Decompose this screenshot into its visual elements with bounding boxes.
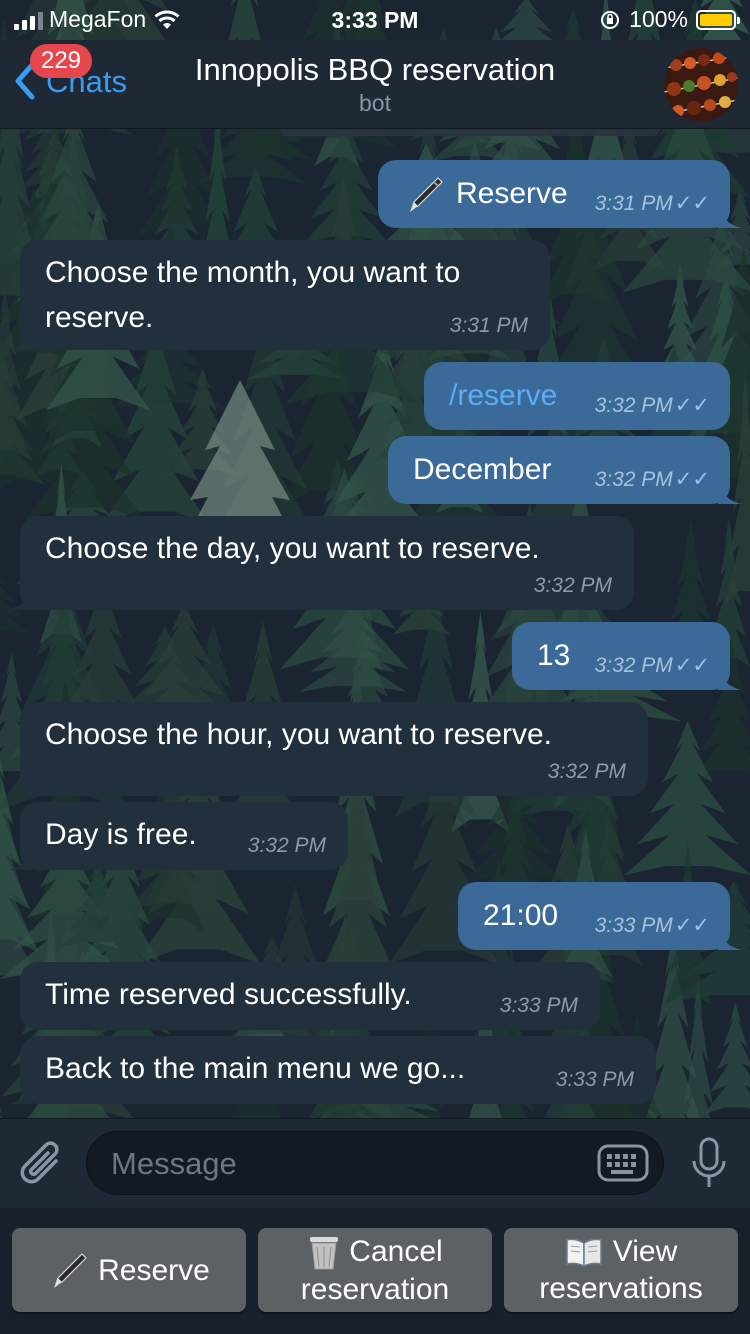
pen-icon <box>410 177 443 212</box>
message-time: 3:33 PM <box>499 994 578 1017</box>
status-bar: MegaFon 3:33 PM 100% <box>0 0 750 40</box>
message-text: Choose the day, you want to reserve. <box>45 532 540 565</box>
message-bubble-outgoing[interactable]: /reserve 3:32 PM✓✓ <box>424 362 730 430</box>
message-bubble-incoming[interactable]: Day is free. 3:32 PM <box>8 802 348 870</box>
keyboard-icon[interactable] <box>597 1144 649 1182</box>
bubble-tail <box>8 326 32 350</box>
message-bubble-incoming[interactable]: Back to the main menu we go... 3:33 PM <box>8 1036 656 1104</box>
message-time: 3:32 PM✓✓ <box>594 654 710 677</box>
message-bubble-incoming[interactable]: Choose the month, you want to reserve. 3… <box>8 240 550 350</box>
cancel-button-label-line1: Cancel <box>349 1235 443 1268</box>
view-button-label-line1: View <box>612 1235 678 1268</box>
message-text: 13 <box>537 639 571 672</box>
message-time: 3:31 PM✓✓ <box>594 192 710 215</box>
cancel-button-label-line2: reservation <box>300 1272 450 1306</box>
chat-title[interactable]: Innopolis BBQ reservation <box>0 52 750 88</box>
message-bubble-incoming[interactable]: Choose the hour, you want to reserve. 3:… <box>20 702 648 796</box>
message-composer <box>0 1118 750 1209</box>
view-reservations-button[interactable]: View reservations <box>504 1228 738 1312</box>
paperclip-icon[interactable] <box>20 1139 66 1189</box>
message-bubble-outgoing[interactable]: Reserve 3:31 PM✓✓ <box>378 160 742 228</box>
pen-icon <box>54 1253 87 1288</box>
message-bubble-incoming[interactable]: Choose the day, you want to reserve. 3:3… <box>8 516 634 610</box>
message-list[interactable]: Reserve 3:31 PM✓✓ Choose the month, you … <box>0 128 750 1118</box>
message-text: Time reserved successfully. <box>45 978 412 1011</box>
bubble-tail <box>718 204 742 228</box>
message-time: 3:31 PM <box>449 314 528 337</box>
message-text: Choose the month, you want to <box>45 256 461 289</box>
reserve-button[interactable]: Reserve <box>12 1228 246 1312</box>
message-bubble-outgoing[interactable]: December 3:32 PM✓✓ <box>388 436 742 504</box>
message-text: Choose the hour, you want to reserve. <box>45 718 552 751</box>
message-bubble-outgoing[interactable]: 21:00 3:33 PM✓✓ <box>458 882 742 950</box>
cancel-reservation-button[interactable]: Cancel reservation <box>258 1228 492 1312</box>
message-time: 3:32 PM <box>547 760 626 783</box>
message-time: 3:33 PM <box>555 1068 634 1091</box>
message-time: 3:33 PM✓✓ <box>594 914 710 937</box>
double-check-icon: ✓✓ <box>674 914 710 937</box>
orientation-lock-icon <box>601 10 620 29</box>
bubble-tail <box>8 846 32 870</box>
message-text: Back to the main menu we go... <box>45 1052 466 1085</box>
bubble-tail <box>8 586 32 610</box>
command-link[interactable]: /reserve <box>449 374 557 418</box>
message-time: 3:32 PM✓✓ <box>594 468 710 491</box>
microphone-icon[interactable] <box>690 1137 728 1191</box>
reserve-button-label: Reserve <box>98 1253 210 1287</box>
bubble-tail <box>8 1080 32 1104</box>
double-check-icon: ✓✓ <box>674 654 710 677</box>
message-text: Reserve <box>456 177 568 210</box>
message-text: 21:00 <box>483 899 559 932</box>
bubble-tail <box>718 480 742 504</box>
double-check-icon: ✓✓ <box>674 468 710 491</box>
message-text: reserve. <box>45 301 154 334</box>
message-field[interactable] <box>86 1131 664 1196</box>
message-time: 3:32 PM✓✓ <box>594 394 710 417</box>
message-bubble-incoming[interactable]: Time reserved successfully. 3:33 PM <box>20 962 600 1030</box>
chat-header: Chats 229 Innopolis BBQ reservation bot <box>0 40 750 129</box>
previous-message-peek <box>280 128 660 136</box>
bot-reply-keyboard: Reserve Cancel reservation View reservat… <box>0 1208 750 1334</box>
message-input[interactable] <box>109 1132 573 1196</box>
battery-percent: 100% <box>629 6 688 32</box>
message-time: 3:32 PM <box>533 574 612 597</box>
message-text: Day is free. <box>45 818 197 851</box>
book-icon <box>566 1238 602 1267</box>
wastebasket-icon <box>310 1236 339 1269</box>
double-check-icon: ✓✓ <box>674 394 710 417</box>
view-button-label-line2: reservations <box>539 1272 703 1305</box>
bot-avatar[interactable] <box>664 48 738 122</box>
bbq-skewers-image <box>664 48 738 122</box>
chat-subtitle: bot <box>359 90 391 116</box>
bubble-tail <box>718 666 742 690</box>
message-text: December <box>413 453 552 486</box>
message-time: 3:32 PM <box>247 834 326 857</box>
double-check-icon: ✓✓ <box>674 192 710 215</box>
battery-icon <box>696 9 740 30</box>
message-bubble-outgoing[interactable]: 13 3:32 PM✓✓ <box>512 622 742 690</box>
bubble-tail <box>718 926 742 950</box>
